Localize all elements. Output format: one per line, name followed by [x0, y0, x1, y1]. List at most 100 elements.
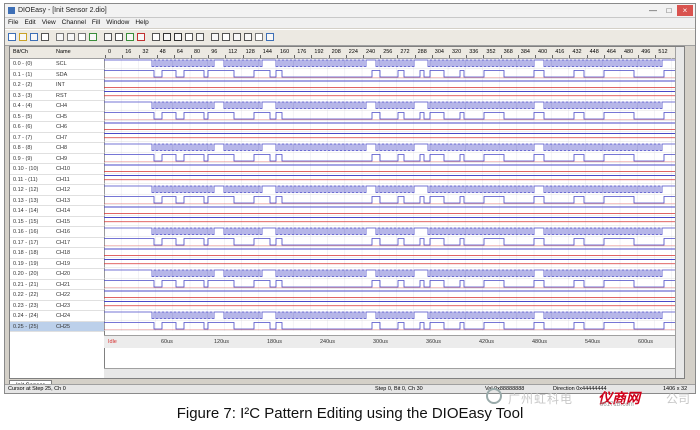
- channel-name: CH22: [56, 292, 71, 298]
- channel-bit: 0.8 - (8): [13, 145, 33, 151]
- channel-bit: 0.23 - (23): [13, 302, 39, 309]
- channel-row[interactable]: 0.22 - (22) CH22: [10, 290, 104, 301]
- new-icon[interactable]: [8, 33, 16, 41]
- channel-row[interactable]: 0.1 - (1) SDA: [10, 70, 104, 80]
- settings-icon[interactable]: [255, 33, 263, 41]
- waveform-trace: [104, 311, 676, 319]
- horizontal-scrollbar[interactable]: [104, 368, 684, 378]
- channel-row[interactable]: 0.0 - (0) SCL: [10, 59, 104, 70]
- vertical-scrollbar[interactable]: [675, 47, 684, 378]
- menu-help[interactable]: Help: [132, 18, 151, 28]
- zoom-out-icon[interactable]: [115, 33, 123, 41]
- time-label: 540us: [585, 339, 600, 345]
- waveform-trace: [104, 59, 676, 67]
- paste-icon[interactable]: [78, 33, 86, 41]
- channel-name: CH24: [56, 313, 71, 319]
- channel-row[interactable]: 0.3 - (3) RST: [10, 91, 104, 101]
- channel-row[interactable]: 0.20 - (20) CH20: [10, 269, 104, 280]
- step-label: 224: [348, 49, 358, 55]
- time-label: 180us: [267, 339, 282, 345]
- menu-file[interactable]: File: [5, 18, 21, 28]
- channel-list-header: Bit/Ch Name: [10, 47, 104, 59]
- channel-name: CH10: [56, 166, 71, 172]
- step-label: 272: [400, 49, 410, 55]
- channel-row[interactable]: 0.2 - (2) INT: [10, 80, 104, 91]
- waveform-canvas[interactable]: [104, 58, 676, 335]
- menu-bar: File Edit View Channel Fill Window Help: [5, 18, 695, 28]
- save-icon[interactable]: [30, 33, 38, 41]
- channel-row[interactable]: 0.10 - (10) CH10: [10, 164, 104, 175]
- invert-icon[interactable]: [222, 33, 230, 41]
- channel-bit: 0.21 - (21): [13, 281, 39, 288]
- step-label: 336: [469, 49, 479, 55]
- channel-row[interactable]: 0.16 - (16) CH16: [10, 227, 104, 238]
- channel-name: CH25: [56, 323, 71, 330]
- channel-row[interactable]: 0.14 - (14) CH14: [10, 206, 104, 217]
- app-icon: [8, 7, 15, 14]
- menu-channel[interactable]: Channel: [59, 18, 89, 28]
- close-button[interactable]: ×: [677, 5, 693, 16]
- channel-row[interactable]: 0.17 - (17) CH17: [10, 238, 104, 248]
- channel-row[interactable]: 0.19 - (19) CH19: [10, 259, 104, 269]
- channel-row[interactable]: 0.24 - (24) CH24: [10, 311, 104, 322]
- menu-edit[interactable]: Edit: [21, 18, 38, 28]
- channel-row[interactable]: 0.15 - (15) CH15: [10, 217, 104, 227]
- copy-icon[interactable]: [67, 33, 75, 41]
- waveform-area[interactable]: 0 16 32 48 64 80 96 112 128 144 160 176 192 208 224 240…: [104, 47, 684, 378]
- run-icon[interactable]: [126, 33, 134, 41]
- stop-icon[interactable]: [137, 33, 145, 41]
- channel-row[interactable]: 0.18 - (18) CH18: [10, 248, 104, 259]
- step-label: 368: [503, 49, 513, 55]
- channel-name: CH23: [56, 302, 71, 309]
- fill-low-icon[interactable]: [174, 33, 182, 41]
- count-icon[interactable]: [211, 33, 219, 41]
- open-icon[interactable]: [19, 33, 27, 41]
- channel-row[interactable]: 0.12 - (12) CH12: [10, 185, 104, 196]
- channel-name: CH11: [56, 176, 70, 183]
- step-label: 416: [555, 49, 565, 55]
- step-label: 512: [658, 49, 668, 55]
- channel-row[interactable]: 0.21 - (21) CH21: [10, 280, 104, 290]
- channel-name: CH12: [56, 187, 71, 193]
- toggle-icon[interactable]: [185, 33, 193, 41]
- menu-window[interactable]: Window: [103, 18, 132, 28]
- menu-view[interactable]: View: [39, 18, 59, 28]
- channel-row[interactable]: 0.7 - (7) CH7: [10, 133, 104, 143]
- time-label: 300us: [373, 339, 388, 345]
- step-label: 112: [228, 49, 238, 55]
- maximize-button[interactable]: □: [661, 5, 677, 16]
- channel-row[interactable]: 0.25 - (25) CH25: [10, 321, 104, 332]
- channel-name: SCL: [56, 61, 67, 67]
- pattern-icon[interactable]: [152, 33, 160, 41]
- time-label: Idle: [108, 339, 117, 345]
- channel-row[interactable]: 0.11 - (11) CH11: [10, 175, 104, 185]
- channel-list: Bit/Ch Name 0.0 - (0) SCL 0.1 - (1) SDA 0.2 …: [10, 47, 105, 378]
- pattern-editor: Bit/Ch Name 0.0 - (0) SCL 0.1 - (1) SDA 0.2 …: [9, 46, 685, 379]
- channel-bit: 0.19 - (19): [13, 260, 39, 267]
- channel-name: CH20: [56, 271, 71, 277]
- channel-row[interactable]: 0.4 - (4) CH4: [10, 101, 104, 112]
- channel-row[interactable]: 0.6 - (6) CH6: [10, 122, 104, 133]
- menu-fill[interactable]: Fill: [89, 18, 103, 28]
- watermark-text-right: 公司: [665, 392, 690, 406]
- channel-row[interactable]: 0.23 - (23) CH23: [10, 301, 104, 311]
- zoom-in-icon[interactable]: [104, 33, 112, 41]
- channel-name: CH6: [56, 124, 68, 130]
- channel-row[interactable]: 0.9 - (9) CH9: [10, 154, 104, 164]
- time-label: 240us: [320, 339, 335, 345]
- minimize-button[interactable]: —: [645, 5, 661, 16]
- clock-icon[interactable]: [196, 33, 204, 41]
- shift-left-icon[interactable]: [233, 33, 241, 41]
- shift-right-icon[interactable]: [244, 33, 252, 41]
- cut-icon[interactable]: [56, 33, 64, 41]
- fill-high-icon[interactable]: [163, 33, 171, 41]
- channel-row[interactable]: 0.8 - (8) CH8: [10, 143, 104, 154]
- channel-row[interactable]: 0.13 - (13) CH13: [10, 196, 104, 206]
- step-label: 96: [211, 49, 218, 55]
- undo-icon[interactable]: [89, 33, 97, 41]
- help-icon[interactable]: [266, 33, 274, 41]
- channel-row[interactable]: 0.5 - (5) CH5: [10, 112, 104, 122]
- channel-bit: 0.15 - (15): [13, 218, 39, 225]
- time-label: 480us: [532, 339, 547, 345]
- print-icon[interactable]: [41, 33, 49, 41]
